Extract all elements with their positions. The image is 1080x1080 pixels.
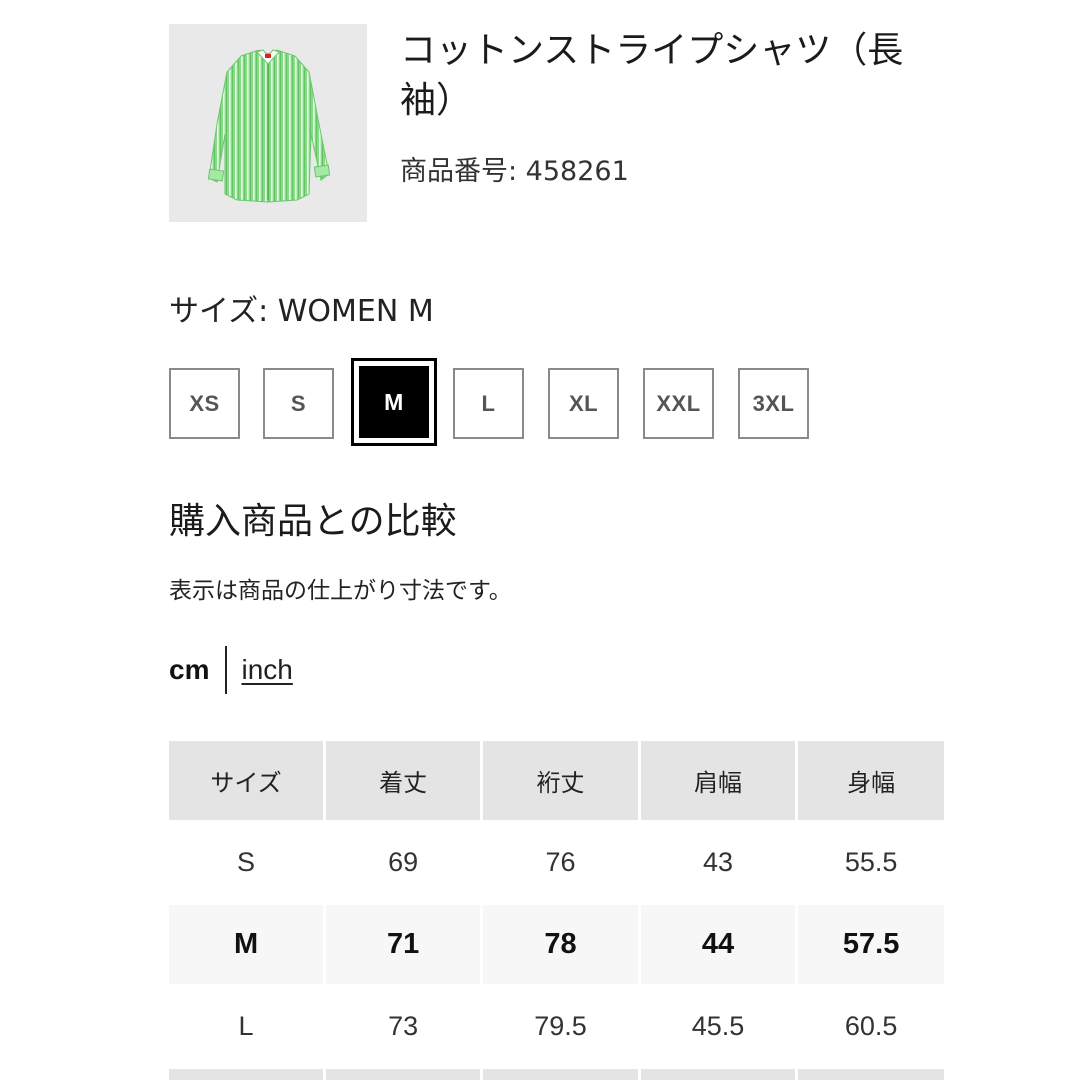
table-header-cell: サイズ <box>169 741 324 820</box>
table-row: S 69 76 43 55.5 <box>169 823 944 902</box>
table-row: L 73 79.5 45.5 60.5 <box>169 987 944 1066</box>
size-option-label: XS <box>189 390 220 416</box>
size-option-xl[interactable]: XL <box>548 368 619 439</box>
table-cell: 78 <box>483 905 638 984</box>
table-cell: 57.5 <box>798 905 944 984</box>
unit-cm-active[interactable]: cm <box>169 654 209 686</box>
table-cell: 55.5 <box>798 823 944 902</box>
compare-section-title: 購入商品との比較 <box>169 501 457 542</box>
size-option-s[interactable]: S <box>263 368 334 439</box>
product-code: 商品番号: 458261 <box>400 156 629 187</box>
unit-toggle: cm inch <box>169 646 293 694</box>
unit-divider <box>225 646 228 694</box>
table-header-cell: 裄丈 <box>483 741 638 820</box>
table-header-cell: 肩幅 <box>640 741 796 820</box>
table-cell: S <box>169 823 324 902</box>
size-comparison-table: サイズ 着丈 裄丈 肩幅 身幅 S 69 76 43 55.5 M 71 78 … <box>166 738 947 1080</box>
size-option-label: XL <box>568 390 599 416</box>
compare-note: 表示は商品の仕上がり寸法です。 <box>169 578 512 604</box>
size-option-l[interactable]: L <box>453 368 524 439</box>
size-option-label: L <box>481 390 496 416</box>
table-cell <box>483 1069 638 1080</box>
table-cell: M <box>169 905 324 984</box>
table-cell: 43 <box>640 823 796 902</box>
unit-inch-link[interactable]: inch <box>241 654 292 686</box>
size-option-label: M <box>384 388 404 415</box>
table-cell: 69 <box>326 823 481 902</box>
table-header-row: サイズ 着丈 裄丈 肩幅 身幅 <box>169 741 944 820</box>
table-cell <box>798 1069 944 1080</box>
table-header-cell: 身幅 <box>798 741 944 820</box>
size-option-xs[interactable]: XS <box>169 368 240 439</box>
table-cell: 76 <box>483 823 638 902</box>
table-cell: 45.5 <box>640 987 796 1066</box>
table-cell: 44 <box>640 905 796 984</box>
size-option-label: XXL <box>656 390 701 416</box>
table-header-cell: 着丈 <box>326 741 481 820</box>
table-row-cutoff <box>169 1069 944 1080</box>
size-option-xxl[interactable]: XXL <box>643 368 714 439</box>
size-option-label: S <box>290 390 307 416</box>
product-image <box>169 24 367 222</box>
size-option-m-selected[interactable]: M <box>351 358 437 446</box>
selected-size-label: サイズ: WOMEN M <box>169 294 434 329</box>
shirt-image-icon <box>207 49 331 203</box>
table-cell <box>326 1069 481 1080</box>
table-cell <box>169 1069 324 1080</box>
table-cell: 79.5 <box>483 987 638 1066</box>
size-option-label: 3XL <box>752 390 795 416</box>
size-option-3xl[interactable]: 3XL <box>738 368 809 439</box>
table-cell: 60.5 <box>798 987 944 1066</box>
table-cell: 71 <box>326 905 481 984</box>
product-title: コットンストライプシャツ（長袖） <box>400 30 904 121</box>
table-row-highlighted: M 71 78 44 57.5 <box>169 905 944 984</box>
table-cell: 73 <box>326 987 481 1066</box>
table-cell: L <box>169 987 324 1066</box>
table-cell <box>640 1069 796 1080</box>
